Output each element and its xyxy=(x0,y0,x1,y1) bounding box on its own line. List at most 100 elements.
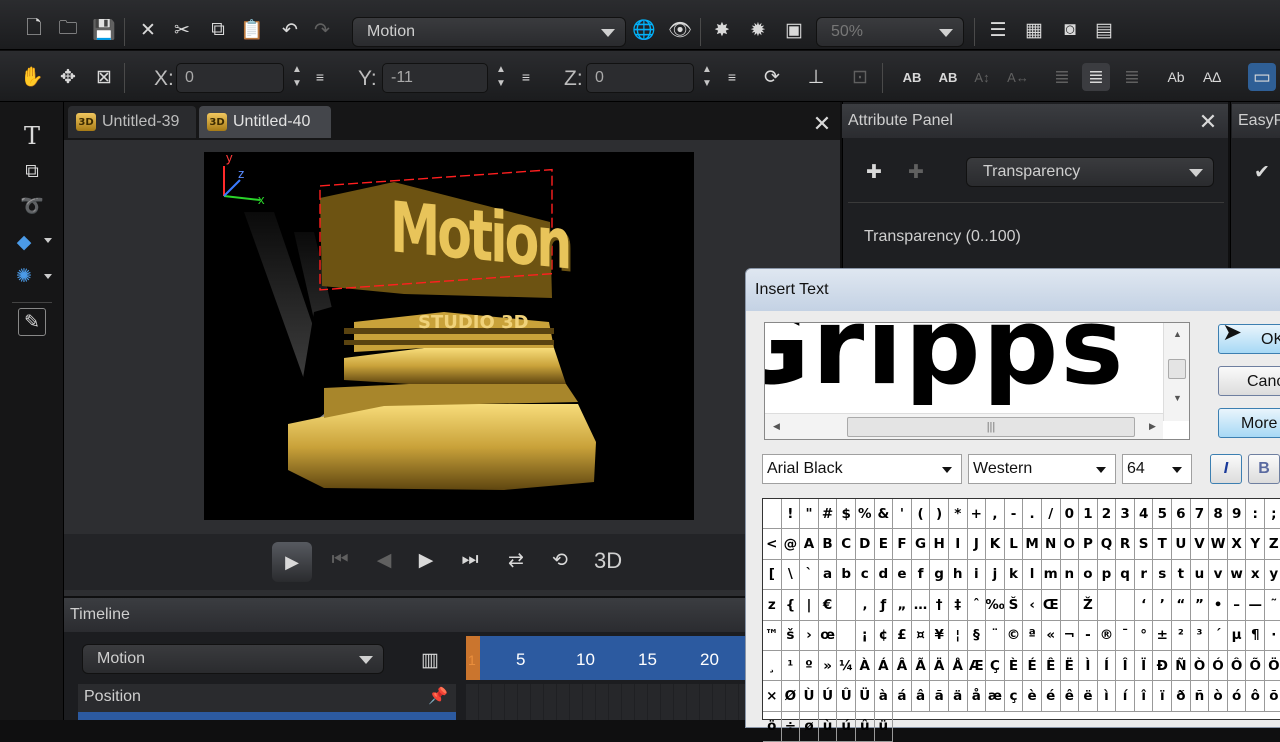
cut-icon[interactable]: ✂ xyxy=(168,16,196,44)
char-cell[interactable]: E xyxy=(874,529,894,560)
x-menu-icon[interactable]: ≡ xyxy=(306,63,334,91)
char-cell[interactable]: ‹ xyxy=(1023,590,1042,621)
text-size-icon[interactable]: A∆ xyxy=(1198,63,1226,91)
char-cell[interactable]: w xyxy=(1227,559,1247,591)
char-cell[interactable]: B xyxy=(818,529,838,560)
render-icon[interactable]: ◙ xyxy=(1056,16,1084,44)
paste-icon[interactable]: 📋 xyxy=(238,16,266,44)
char-cell[interactable]: / xyxy=(1041,499,1061,530)
align-icon[interactable]: ⊥ xyxy=(802,63,830,91)
layout-icon[interactable]: ☰ xyxy=(984,16,1012,44)
char-cell[interactable]: Ã xyxy=(911,650,931,682)
char-cell[interactable]: É xyxy=(1023,650,1042,682)
char-cell[interactable]: u xyxy=(1190,559,1210,591)
char-cell[interactable]: ÷ xyxy=(781,711,801,742)
char-cell[interactable]: 8 xyxy=(1209,499,1228,530)
char-cell[interactable]: ª xyxy=(1023,620,1042,651)
char-cell[interactable]: ) xyxy=(930,499,949,530)
char-cell[interactable]: , xyxy=(986,499,1005,530)
char-cell[interactable]: & xyxy=(874,499,894,530)
light-add-icon[interactable]: ✹ xyxy=(744,16,772,44)
save-icon[interactable]: 💾 xyxy=(90,16,118,44)
char-cell[interactable]: y xyxy=(1265,560,1280,591)
char-cell[interactable]: m xyxy=(1041,559,1061,591)
char-cell[interactable]: 5 xyxy=(1153,499,1173,530)
char-cell[interactable]: Ç xyxy=(986,650,1005,682)
char-cell[interactable]: k xyxy=(1004,559,1024,591)
char-cell[interactable]: ‰ xyxy=(986,590,1005,621)
viewport-canvas[interactable]: y z x Motion STUDIO 3D xyxy=(204,152,694,520)
char-cell[interactable]: ± xyxy=(1153,620,1173,651)
char-cell[interactable]: ¨ xyxy=(986,620,1005,651)
more-button[interactable]: More xyxy=(1218,408,1280,438)
char-cell[interactable]: ´ xyxy=(1209,620,1228,651)
char-cell[interactable]: Û xyxy=(837,681,856,712)
char-cell[interactable]: È xyxy=(1004,650,1024,682)
scroll-left-icon[interactable]: ◀ xyxy=(773,421,780,432)
char-cell[interactable]: Ò xyxy=(1190,650,1210,682)
y-field[interactable]: -11 xyxy=(382,63,488,93)
skip-start-icon[interactable]: ⏮ xyxy=(326,546,354,574)
char-cell[interactable]: ø xyxy=(800,711,819,742)
char-cell[interactable]: Z xyxy=(1265,529,1280,560)
char-cell[interactable]: ƒ xyxy=(874,590,894,621)
char-cell[interactable]: t xyxy=(1172,559,1191,591)
char-cell[interactable]: × xyxy=(763,681,782,712)
char-cell[interactable]: ä xyxy=(948,681,968,712)
char-cell[interactable]: ò xyxy=(1209,681,1228,712)
char-cell[interactable]: › xyxy=(800,620,819,651)
char-cell[interactable]: < xyxy=(763,529,782,560)
align-right-icon[interactable]: ≣ xyxy=(1118,63,1146,91)
char-cell[interactable]: ³ xyxy=(1190,620,1210,651)
char-cell[interactable]: ¯ xyxy=(1116,620,1135,651)
char-cell[interactable]: µ xyxy=(1227,620,1247,651)
char-cell[interactable]: ; xyxy=(1265,499,1280,530)
char-cell[interactable]: ! xyxy=(781,499,801,530)
char-cell[interactable]: D xyxy=(855,529,875,560)
scroll-thumb[interactable] xyxy=(1168,359,1186,379)
char-cell[interactable]: l xyxy=(1023,559,1042,591)
char-cell[interactable]: § xyxy=(967,620,987,651)
char-cell[interactable]: 7 xyxy=(1190,499,1210,530)
reset-icon[interactable]: ⊡ xyxy=(846,63,874,91)
copy-icon[interactable]: ⧉ xyxy=(204,16,232,44)
char-cell[interactable]: L xyxy=(1004,529,1024,560)
delete-icon[interactable]: ✕ xyxy=(134,16,162,44)
char-cell[interactable]: ü xyxy=(874,711,894,742)
char-cell[interactable]: x xyxy=(1246,559,1266,591)
char-cell[interactable]: Ù xyxy=(800,681,819,712)
chevron-down-icon[interactable] xyxy=(44,238,52,243)
zoom-combo[interactable]: 50% xyxy=(816,17,964,47)
char-cell[interactable]: ð xyxy=(1172,681,1191,712)
char-cell[interactable]: ê xyxy=(1060,681,1080,712)
char-cell[interactable]: Œ xyxy=(1041,590,1061,621)
char-cell[interactable]: — xyxy=(1246,590,1266,621)
z-field[interactable]: 0 xyxy=(586,63,694,93)
char-cell[interactable]: ‡ xyxy=(948,590,968,621)
char-cell[interactable]: ' xyxy=(893,499,912,530)
char-cell[interactable] xyxy=(1116,590,1135,621)
char-cell[interactable]: p xyxy=(1097,559,1117,591)
bold-button[interactable]: B xyxy=(1248,454,1280,484)
z-stepper[interactable]: ▲ ▼ xyxy=(698,63,716,93)
char-cell[interactable]: V xyxy=(1190,529,1210,560)
char-cell[interactable]: ™ xyxy=(763,620,782,651)
char-cell[interactable]: – xyxy=(1227,590,1247,621)
char-cell[interactable]: J xyxy=(967,529,987,560)
char-cell[interactable]: Ö xyxy=(1265,651,1280,682)
char-cell[interactable]: * xyxy=(948,499,968,530)
font-select[interactable]: Arial Black xyxy=(762,454,962,484)
char-cell[interactable]: ² xyxy=(1172,620,1191,651)
char-cell[interactable]: † xyxy=(930,590,949,621)
char-cell[interactable]: C xyxy=(837,529,856,560)
char-cell[interactable]: ˆ xyxy=(967,590,987,621)
char-cell[interactable]: X xyxy=(1227,529,1247,560)
scroll-up-icon[interactable]: ▲ xyxy=(1173,329,1182,339)
edit-tool-icon[interactable]: ✎ xyxy=(18,308,46,336)
char-cell[interactable]: ¶ xyxy=(1246,620,1266,651)
char-cell[interactable]: ñ xyxy=(1190,681,1210,712)
char-cell[interactable]: c xyxy=(855,559,875,591)
timeline-track-row[interactable]: Position 📌 xyxy=(78,684,456,712)
char-cell[interactable]: « xyxy=(1041,620,1061,651)
char-cell[interactable]: P xyxy=(1079,529,1098,560)
